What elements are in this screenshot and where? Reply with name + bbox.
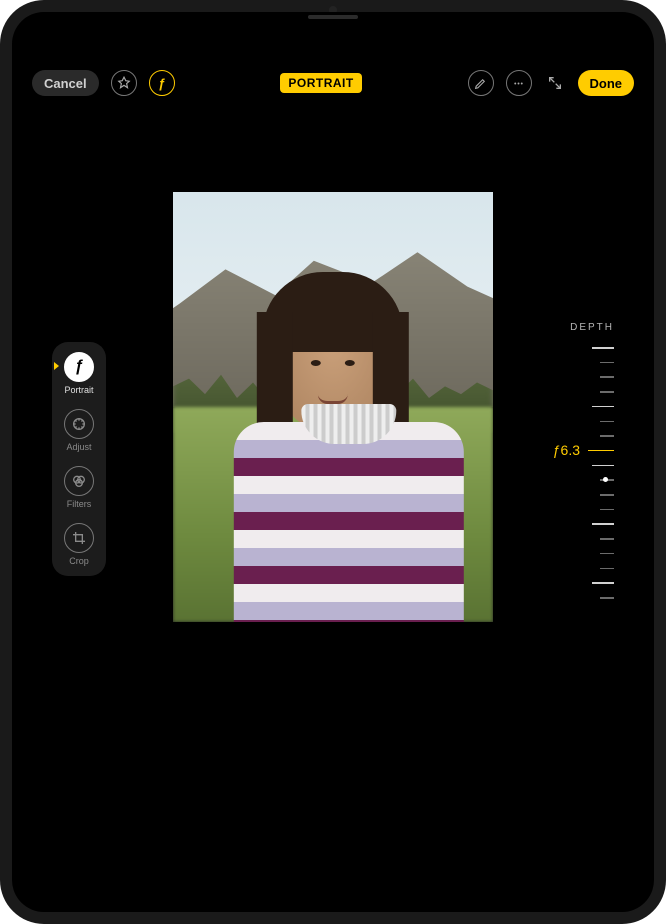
edit-tools-sidebar: ƒ Portrait Adjust Fi <box>52 342 106 576</box>
active-marker <box>54 362 59 370</box>
depth-tick <box>600 553 614 555</box>
depth-tick <box>592 523 614 525</box>
toolbar-left-group: Cancel ƒ <box>32 70 175 96</box>
depth-tick <box>592 406 614 408</box>
markup-button[interactable] <box>468 70 494 96</box>
tool-adjust[interactable]: Adjust <box>64 409 94 452</box>
cancel-button[interactable]: Cancel <box>32 70 99 96</box>
tool-portrait[interactable]: ƒ Portrait <box>64 352 94 395</box>
aperture-icon: ƒ <box>64 352 94 382</box>
depth-tick <box>600 494 614 496</box>
ipad-frame: Cancel ƒ PORTRAIT <box>0 0 666 924</box>
tool-label: Filters <box>67 499 92 509</box>
depth-origin-dot <box>603 477 608 482</box>
crop-icon <box>64 523 94 553</box>
depth-panel: DEPTH ƒ6.3 <box>544 322 614 597</box>
toolbar-center: PORTRAIT <box>175 73 468 93</box>
depth-title: DEPTH <box>570 322 614 333</box>
toolbar-right-group: Done <box>468 70 635 96</box>
tool-filters[interactable]: Filters <box>64 466 94 509</box>
depth-slider[interactable]: ƒ6.3 <box>584 347 614 597</box>
depth-tick <box>592 465 614 467</box>
depth-toggle-button[interactable]: ƒ <box>149 70 175 96</box>
depth-tick <box>600 376 614 378</box>
photo-subject <box>234 282 432 622</box>
depth-tick <box>600 509 614 511</box>
done-button[interactable]: Done <box>578 70 635 96</box>
depth-tick <box>600 597 614 599</box>
tool-label: Adjust <box>66 442 91 452</box>
adjust-icon <box>64 409 94 439</box>
photo-preview[interactable] <box>173 192 493 622</box>
tool-label: Portrait <box>64 385 93 395</box>
depth-value: ƒ6.3 <box>553 442 580 458</box>
depth-tick <box>600 435 614 437</box>
tool-label: Crop <box>69 556 89 566</box>
depth-tick <box>600 421 614 423</box>
tool-crop[interactable]: Crop <box>64 523 94 566</box>
more-button[interactable] <box>506 70 532 96</box>
screen: Cancel ƒ PORTRAIT <box>12 12 654 912</box>
top-toolbar: Cancel ƒ PORTRAIT <box>12 66 654 100</box>
depth-tick <box>600 538 614 540</box>
depth-tick <box>600 568 614 570</box>
depth-tick <box>600 391 614 393</box>
depth-tick <box>592 347 614 349</box>
fullscreen-button[interactable] <box>544 72 566 94</box>
lighting-button[interactable] <box>111 70 137 96</box>
mode-badge[interactable]: PORTRAIT <box>280 73 361 93</box>
depth-tick <box>592 582 614 584</box>
depth-tick <box>600 362 614 364</box>
filters-icon <box>64 466 94 496</box>
depth-tick <box>588 450 614 452</box>
